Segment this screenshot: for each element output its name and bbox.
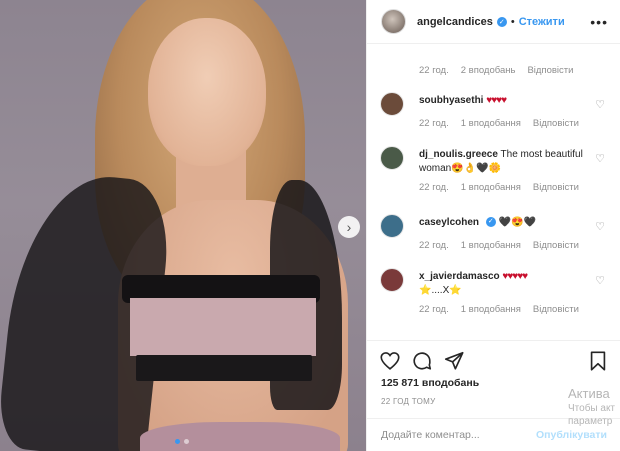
comment-meta: 22 год. 1 вподобання Відповісти: [419, 181, 589, 195]
comment-meta: 22 год. 1 вподобання Відповісти: [419, 303, 589, 317]
likes-count[interactable]: 125 871 вподобань: [381, 377, 479, 389]
comment-username[interactable]: dj_noulis.greece: [419, 149, 498, 160]
comment-body: dj_noulis.greece The most beautiful woma…: [419, 148, 589, 195]
post-author-username[interactable]: angelcandices: [417, 16, 493, 28]
comment-time: 22 год.: [419, 182, 449, 193]
comment-reply-button[interactable]: Відповісти: [533, 181, 579, 195]
avatar[interactable]: [380, 146, 404, 170]
comment-likes[interactable]: 1 вподобання: [461, 239, 521, 253]
carousel-dot-active: [175, 439, 180, 444]
send-icon[interactable]: [443, 350, 465, 372]
heart-icon[interactable]: ♡: [595, 220, 605, 233]
caption-likes[interactable]: 2 вподобань: [461, 65, 516, 76]
comment-icon[interactable]: [411, 350, 433, 372]
comment-time: 22 год.: [419, 118, 449, 129]
comment-reply-button[interactable]: Відповісти: [533, 303, 579, 317]
comment-emoji: ♥♥♥♥♥: [502, 271, 528, 282]
comment-username[interactable]: x_javierdamasco: [419, 271, 500, 282]
post-side-panel: angelcandices ✓ • Стежити ••• 22 год. 2 …: [366, 0, 620, 451]
heart-icon[interactable]: [379, 350, 401, 372]
comments-list[interactable]: 22 год. 2 вподобань Відповісти soubhyase…: [367, 44, 620, 340]
photo-face: [148, 18, 266, 166]
comment-reply-button[interactable]: Відповісти: [533, 239, 579, 253]
carousel-dots: [175, 439, 189, 444]
comment-emoji: 🖤😍🖤: [498, 217, 536, 228]
comment-username[interactable]: soubhyasethi: [419, 95, 483, 106]
comment-body: caseylcohen ✓ 🖤😍🖤 22 год. 1 вподобання В…: [419, 216, 589, 253]
comment-likes[interactable]: 1 вподобання: [461, 303, 521, 317]
comment-meta: 22 год. 1 вподобання Відповісти: [419, 117, 589, 131]
heart-icon[interactable]: ♡: [595, 98, 605, 111]
post-time-ago[interactable]: 22 ГОД ТОМУ: [381, 397, 436, 406]
heart-icon[interactable]: ♡: [595, 152, 605, 165]
caption-reply-button[interactable]: Відповісти: [527, 65, 573, 76]
comment-likes[interactable]: 1 вподобання: [461, 117, 521, 131]
post-header: angelcandices ✓ • Стежити •••: [367, 0, 620, 44]
header-separator: •: [510, 15, 515, 28]
more-options-icon[interactable]: •••: [590, 14, 608, 30]
post-photo: ›: [0, 0, 366, 451]
heart-icon[interactable]: ♡: [595, 274, 605, 287]
comment-likes[interactable]: 1 вподобання: [461, 181, 521, 195]
comment-emoji: 😍👌🖤🌼: [451, 163, 502, 174]
verified-badge-icon: ✓: [496, 16, 507, 27]
comment-meta: 22 год. 1 вподобання Відповісти: [419, 239, 589, 253]
comment-text-line2: ⭐....X⭐: [419, 285, 462, 296]
publish-button[interactable]: Опублікувати: [536, 429, 607, 441]
comment-reply-button[interactable]: Відповісти: [533, 117, 579, 131]
follow-button[interactable]: Стежити: [519, 16, 565, 28]
comment-body: soubhyasethi ♥♥♥♥ 22 год. 1 вподобання В…: [419, 94, 589, 131]
comment-emoji: ♥♥♥♥: [486, 95, 507, 106]
avatar[interactable]: [380, 92, 404, 116]
post-actions: [367, 340, 620, 380]
avatar[interactable]: [381, 9, 406, 34]
caption-time: 22 год.: [419, 65, 449, 76]
photo-pants: [140, 422, 340, 451]
avatar[interactable]: [380, 214, 404, 238]
add-comment-bar: Опублікувати: [367, 418, 620, 451]
photo-underband: [136, 355, 312, 381]
comment-body: x_javierdamasco ♥♥♥♥♥ ⭐....X⭐ 22 год. 1 …: [419, 270, 589, 317]
photo-sports-bra: [130, 298, 316, 356]
comment-input[interactable]: [381, 429, 536, 441]
bookmark-icon[interactable]: [587, 350, 609, 372]
carousel-next-button[interactable]: ›: [338, 216, 360, 238]
comment-username[interactable]: caseylcohen: [419, 217, 479, 228]
comment-time: 22 год.: [419, 240, 449, 251]
carousel-dot: [184, 439, 189, 444]
avatar[interactable]: [380, 268, 404, 292]
chevron-right-icon: ›: [346, 219, 352, 235]
verified-badge-icon: ✓: [485, 217, 496, 228]
caption-meta: 22 год. 2 вподобань Відповісти: [419, 65, 573, 76]
comment-time: 22 год.: [419, 304, 449, 315]
